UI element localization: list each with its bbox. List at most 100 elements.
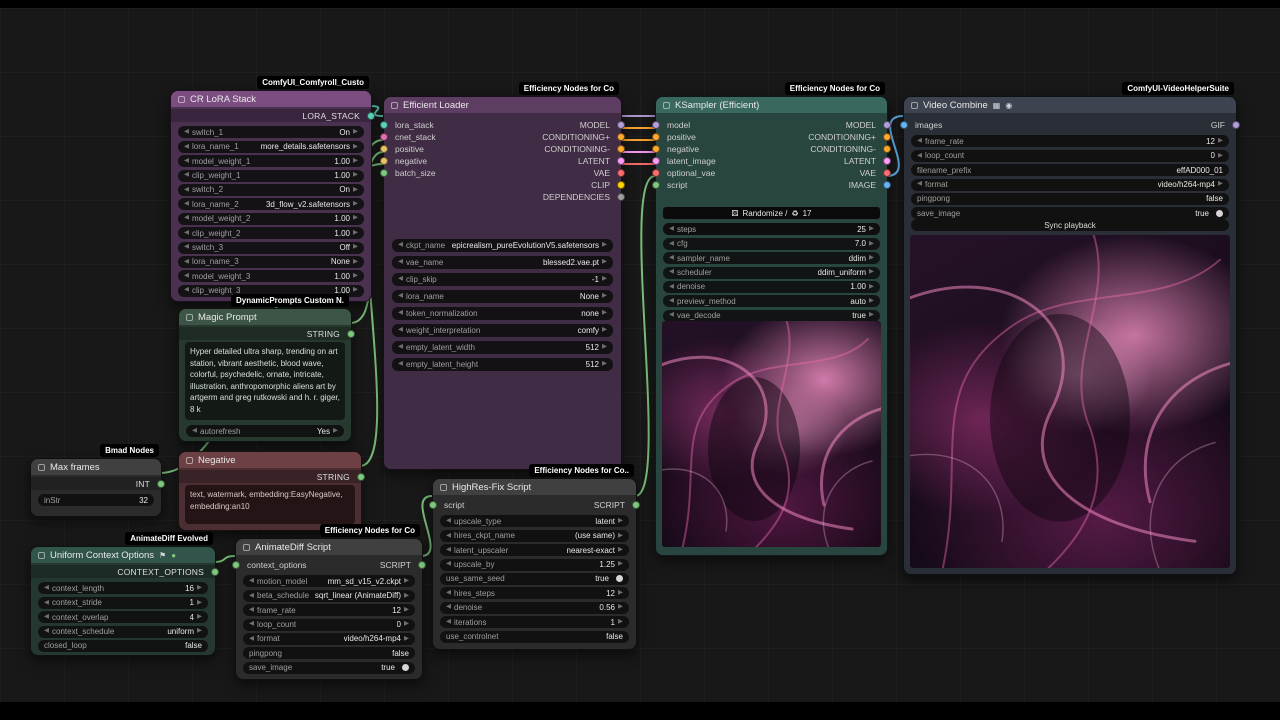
increment-arrow-icon[interactable]: ▶ bbox=[869, 312, 874, 319]
port-dot-icon[interactable] bbox=[617, 181, 625, 189]
node-header[interactable]: Negative bbox=[179, 452, 361, 468]
increment-arrow-icon[interactable]: ▶ bbox=[1218, 138, 1223, 145]
collapse-icon[interactable] bbox=[243, 544, 250, 551]
increment-arrow-icon[interactable]: ▶ bbox=[869, 255, 874, 262]
port-dot-icon[interactable] bbox=[617, 169, 625, 177]
increment-arrow-icon[interactable]: ▶ bbox=[353, 172, 358, 179]
port-dot-icon[interactable] bbox=[883, 157, 891, 165]
decrement-arrow-icon[interactable]: ◀ bbox=[184, 158, 189, 165]
widget-row[interactable]: ◀ context_overlap 4 ▶ bbox=[38, 611, 208, 623]
decrement-arrow-icon[interactable]: ◀ bbox=[446, 518, 451, 525]
port-dot-icon[interactable] bbox=[211, 568, 219, 576]
port-dot-icon[interactable] bbox=[617, 193, 625, 201]
decrement-arrow-icon[interactable]: ◀ bbox=[398, 310, 403, 317]
increment-arrow-icon[interactable]: ▶ bbox=[869, 269, 874, 276]
decrement-arrow-icon[interactable]: ◀ bbox=[44, 600, 49, 607]
decrement-arrow-icon[interactable]: ◀ bbox=[184, 244, 189, 251]
output-port[interactable]: GIF bbox=[904, 119, 1236, 131]
widget-row[interactable]: ◀ scheduler ddim_uniform ▶ bbox=[663, 267, 880, 279]
widget-row[interactable]: ◀ latent_upscaler nearest-exact ▶ bbox=[440, 544, 629, 556]
node-negative-prompt[interactable]: Negative STRING text, watermark, embeddi… bbox=[178, 451, 362, 531]
collapse-icon[interactable] bbox=[38, 552, 45, 559]
port-dot-icon[interactable] bbox=[617, 145, 625, 153]
port-dot-icon[interactable] bbox=[883, 145, 891, 153]
decrement-arrow-icon[interactable]: ◀ bbox=[446, 619, 451, 626]
increment-arrow-icon[interactable]: ▶ bbox=[618, 604, 623, 611]
decrement-arrow-icon[interactable]: ◀ bbox=[184, 129, 189, 136]
output-port[interactable]: STRING bbox=[179, 327, 351, 340]
increment-arrow-icon[interactable]: ▶ bbox=[353, 273, 358, 280]
decrement-arrow-icon[interactable]: ◀ bbox=[398, 259, 403, 266]
node-header[interactable]: KSampler (Efficient) bbox=[656, 97, 887, 113]
decrement-arrow-icon[interactable]: ◀ bbox=[669, 255, 674, 262]
widget-row[interactable]: ◀ use_same_seed true ▶ bbox=[440, 573, 629, 585]
widget-row[interactable]: ◀ context_schedule uniform ▶ bbox=[38, 626, 208, 638]
prompt-textarea[interactable]: Hyper detailed ultra sharp, trending on … bbox=[185, 342, 345, 420]
decrement-arrow-icon[interactable]: ◀ bbox=[249, 593, 254, 600]
decrement-arrow-icon[interactable]: ◀ bbox=[446, 561, 451, 568]
output-port[interactable]: INT bbox=[31, 477, 161, 490]
widget-row[interactable]: ◀ model_weight_2 1.00 ▶ bbox=[178, 213, 364, 225]
decrement-arrow-icon[interactable]: ◀ bbox=[398, 327, 403, 334]
widget-row[interactable]: ◀ context_length 16 ▶ bbox=[38, 582, 208, 594]
increment-arrow-icon[interactable]: ▶ bbox=[602, 344, 607, 351]
decrement-arrow-icon[interactable]: ◀ bbox=[669, 241, 674, 248]
collapse-icon[interactable] bbox=[178, 96, 185, 103]
decrement-arrow-icon[interactable]: ◀ bbox=[669, 298, 674, 305]
decrement-arrow-icon[interactable]: ◀ bbox=[446, 590, 451, 597]
increment-arrow-icon[interactable]: ▶ bbox=[1218, 153, 1223, 160]
widget-row[interactable]: ◀ context_stride 1 ▶ bbox=[38, 597, 208, 609]
decrement-arrow-icon[interactable]: ◀ bbox=[917, 181, 922, 188]
widget-row[interactable]: ◀ model_weight_1 1.00 ▶ bbox=[178, 155, 364, 167]
port-dot-icon[interactable] bbox=[632, 501, 640, 509]
increment-arrow-icon[interactable]: ▶ bbox=[869, 226, 874, 233]
collapse-icon[interactable] bbox=[911, 102, 918, 109]
increment-arrow-icon[interactable]: ▶ bbox=[353, 129, 358, 136]
increment-arrow-icon[interactable]: ▶ bbox=[353, 244, 358, 251]
node-header[interactable]: Max frames bbox=[31, 459, 161, 475]
port-dot-icon[interactable] bbox=[367, 112, 375, 120]
increment-arrow-icon[interactable]: ▶ bbox=[404, 607, 409, 614]
node-magic-prompt[interactable]: DynamicPrompts Custom N. Magic Prompt ST… bbox=[178, 308, 352, 442]
widget-row[interactable]: ◀ hires_steps 12 ▶ bbox=[440, 587, 629, 599]
widget-row[interactable]: ◀ ckpt_name epicrealism_pureEvolutionV5.… bbox=[392, 239, 613, 252]
decrement-arrow-icon[interactable]: ◀ bbox=[249, 607, 254, 614]
widget-row[interactable]: ◀ format video/h264-mp4 ▶ bbox=[911, 179, 1229, 191]
randomize-seed-button[interactable]: ⚄ Randomize / ♻ 17 bbox=[663, 207, 880, 219]
increment-arrow-icon[interactable]: ▶ bbox=[618, 547, 623, 554]
widget-row[interactable]: ◀ steps 25 ▶ bbox=[663, 223, 880, 235]
decrement-arrow-icon[interactable]: ◀ bbox=[398, 344, 403, 351]
node-cr-lora-stack[interactable]: ComfyUI_Comfyroll_Custo CR LoRA Stack LO… bbox=[170, 90, 372, 302]
widget-row[interactable]: ◀ preview_method auto ▶ bbox=[663, 295, 880, 307]
increment-arrow-icon[interactable]: ▶ bbox=[404, 621, 409, 628]
increment-arrow-icon[interactable]: ▶ bbox=[1218, 181, 1223, 188]
widget-row[interactable]: ◀ vae_decode true ▶ bbox=[663, 310, 880, 322]
widget-row[interactable]: ◀ lora_name_2 3d_flow_v2.safetensors ▶ bbox=[178, 198, 364, 210]
widget-row[interactable]: ◀ use_controlnet false ▶ bbox=[440, 631, 629, 643]
widget-row[interactable]: ◀ save_image true ▶ bbox=[243, 662, 415, 674]
decrement-arrow-icon[interactable]: ◀ bbox=[249, 636, 254, 643]
output-port[interactable]: VAE bbox=[384, 167, 621, 179]
widget-row[interactable]: ◀ loop_count 0 ▶ bbox=[911, 150, 1229, 162]
widget-row[interactable]: ◀ cfg 7.0 ▶ bbox=[663, 238, 880, 250]
decrement-arrow-icon[interactable]: ◀ bbox=[398, 242, 403, 249]
widget-row[interactable]: ◀ upscale_type latent ▶ bbox=[440, 515, 629, 527]
widget-row[interactable]: ◀ denoise 1.00 ▶ bbox=[663, 281, 880, 293]
output-port[interactable]: CONDITIONING- bbox=[656, 143, 887, 155]
widget-row[interactable]: ◀ lora_name None ▶ bbox=[392, 290, 613, 303]
collapse-icon[interactable] bbox=[663, 102, 670, 109]
increment-arrow-icon[interactable]: ▶ bbox=[618, 518, 623, 525]
port-dot-icon[interactable] bbox=[1232, 121, 1240, 129]
increment-arrow-icon[interactable]: ▶ bbox=[197, 600, 202, 607]
decrement-arrow-icon[interactable]: ◀ bbox=[446, 604, 451, 611]
widget-row[interactable]: ◀ switch_3 Off ▶ bbox=[178, 242, 364, 254]
increment-arrow-icon[interactable]: ▶ bbox=[197, 614, 202, 621]
port-dot-icon[interactable] bbox=[617, 157, 625, 165]
node-video-combine[interactable]: ComfyUI-VideoHelperSuite Video Combine ▦… bbox=[903, 96, 1237, 575]
decrement-arrow-icon[interactable]: ◀ bbox=[44, 585, 49, 592]
output-port[interactable]: CLIP bbox=[384, 179, 621, 191]
increment-arrow-icon[interactable]: ▶ bbox=[602, 259, 607, 266]
decrement-arrow-icon[interactable]: ◀ bbox=[446, 547, 451, 554]
output-port[interactable]: SCRIPT bbox=[236, 559, 422, 571]
output-port[interactable]: IMAGE bbox=[656, 179, 887, 191]
